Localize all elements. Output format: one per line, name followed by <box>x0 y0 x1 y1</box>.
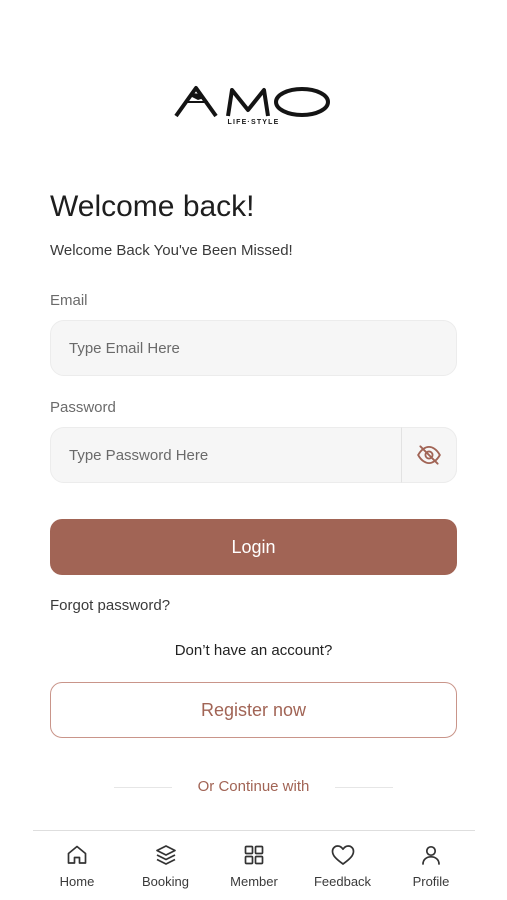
or-continue-divider: Or Continue with <box>0 778 507 798</box>
or-continue-text: Or Continue with <box>197 778 310 795</box>
logo-tagline: LIFE·STYLE <box>227 119 280 126</box>
amo-logo-mark <box>173 86 330 118</box>
email-field[interactable] <box>50 320 457 376</box>
email-label: Email <box>50 292 88 309</box>
nav-label-home: Home <box>59 874 95 889</box>
nav-item-member[interactable]: Member <box>210 831 298 900</box>
register-button[interactable]: Register now <box>50 682 457 738</box>
no-account-text: Don’t have an account? <box>174 642 333 659</box>
login-screen: LIFE·STYLE Welcome back! Welcome Back Yo… <box>0 0 507 900</box>
bottom-nav: Home Booking Member Feedback Profile <box>33 831 475 900</box>
nav-label-profile: Profile <box>412 874 450 889</box>
layers-icon <box>153 842 179 868</box>
nav-item-booking[interactable]: Booking <box>122 831 210 900</box>
toggle-password-visibility-button[interactable] <box>401 427 457 483</box>
eye-off-icon <box>417 445 441 465</box>
nav-item-home[interactable]: Home <box>33 831 121 900</box>
nav-item-feedback[interactable]: Feedback <box>299 831 387 900</box>
password-field[interactable] <box>50 427 457 483</box>
nav-label-feedback: Feedback <box>313 874 372 889</box>
welcome-subtitle: Welcome Back You've Been Missed! <box>50 242 293 259</box>
divider-line-right <box>335 787 393 788</box>
user-icon <box>418 842 444 868</box>
home-icon <box>64 842 90 868</box>
page-title: Welcome back! <box>50 190 255 223</box>
grid-icon <box>241 842 267 868</box>
nav-item-profile[interactable]: Profile <box>387 831 475 900</box>
password-label: Password <box>50 399 116 416</box>
heart-icon <box>330 842 356 868</box>
nav-label-booking: Booking <box>142 874 189 889</box>
login-button[interactable]: Login <box>50 519 457 575</box>
forgot-password-link[interactable]: Forgot password? <box>50 597 170 614</box>
nav-label-member: Member <box>230 874 278 889</box>
